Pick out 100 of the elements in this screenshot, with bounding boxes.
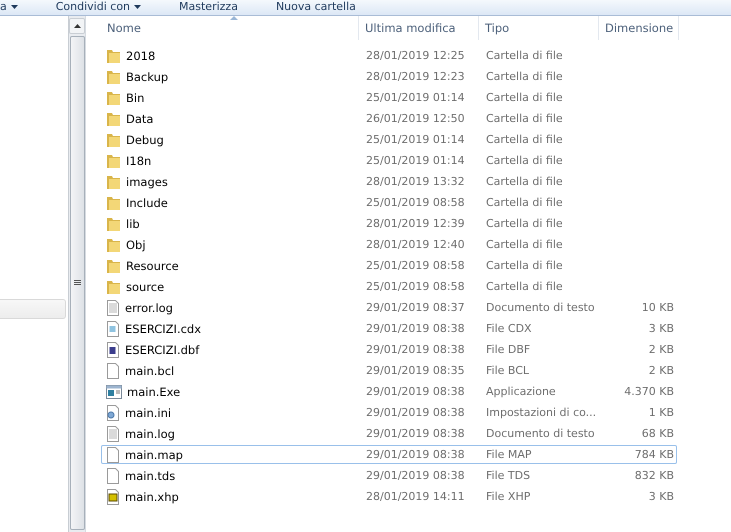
file-row[interactable]: main.map 29/01/2019 08:38 File MAP 784 KB [101,445,677,464]
file-row[interactable]: error.log 29/01/2019 08:37 Documento di testo 10 KB [101,298,677,317]
file-row[interactable]: I18n 25/01/2019 01:14 Cartella di file [101,151,677,170]
file-name: I18n [126,154,152,168]
toolbar-button[interactable]: Nuova cartella [276,1,368,15]
file-type: Cartella di file [485,112,564,125]
grip-icon [74,280,80,286]
file-row[interactable]: main.ini 29/01/2019 08:38 Impostazioni di co... 1 KB [101,403,677,422]
modified-date: 25/01/2019 01:14 [365,91,466,104]
file-row[interactable]: main.Exe 29/01/2019 08:38 Applicazione 4.370 KB [101,382,677,401]
file-row[interactable]: 2018 28/01/2019 12:25 Cartella di file [101,46,677,65]
file-type: File TDS [485,469,532,482]
up-arrow-icon [74,24,80,28]
column-header[interactable]: Nome [101,16,359,40]
scroll-thumb[interactable] [70,36,84,530]
folder-icon [106,194,121,210]
file-size: 3 KB [648,490,675,503]
modified-date: 29/01/2019 08:38 [365,385,466,398]
file-size: 2 KB [648,343,675,356]
file-type: Cartella di file [485,238,564,251]
file-row[interactable]: Include 25/01/2019 08:58 Cartella di file [101,193,677,212]
column-header[interactable]: Ultima modifica [359,16,479,40]
file-row[interactable]: main.tds 29/01/2019 08:38 File TDS 832 KB [101,466,677,485]
file-type: File BCL [485,364,530,377]
modified-date: 28/01/2019 12:40 [365,238,466,251]
file-name: Resource [126,258,179,272]
file-type: File XHP [485,490,532,503]
file-row[interactable]: main.xhp 28/01/2019 14:11 File XHP 3 KB [101,487,677,506]
folder-icon [106,216,121,232]
file-icon [106,468,120,484]
file-row[interactable]: ESERCIZI.dbf 29/01/2019 08:38 File DBF 2 KB [101,340,677,359]
file-row[interactable]: main.log 29/01/2019 08:38 Documento di testo 68 KB [101,424,677,443]
text-file-icon [106,300,120,316]
file-type: File MAP [485,448,533,461]
file-row[interactable]: Debug 25/01/2019 01:14 Cartella di file [101,130,677,149]
file-name: Backup [126,70,168,84]
file-type: File CDX [485,322,533,335]
folder-icon [106,48,121,64]
file-type: Cartella di file [485,133,564,146]
file-row[interactable]: lib 28/01/2019 12:39 Cartella di file [101,214,677,233]
file-icon [106,446,120,462]
modified-date: 28/01/2019 12:39 [365,217,466,230]
toolbar-button[interactable]: a [0,1,30,15]
scrollbar[interactable] [68,16,85,532]
caret-icon [134,5,142,9]
column-header[interactable]: Dimensione [599,16,679,40]
file-row[interactable]: source 25/01/2019 08:58 Cartella di file [101,277,677,296]
file-name: main.log [125,426,175,440]
file-type: Cartella di file [485,259,564,272]
file-row[interactable]: main.bcl 29/01/2019 08:35 File BCL 2 KB [101,361,677,380]
file-name: ESERCIZI.cdx [125,322,202,336]
file-type: Cartella di file [485,91,564,104]
toolbar-button[interactable]: Masterizza [179,1,250,15]
file-row[interactable]: Bin 25/01/2019 01:14 Cartella di file [101,88,677,107]
modified-date: 29/01/2019 08:35 [365,364,466,377]
file-icon [106,362,120,378]
file-size: 784 KB [634,448,675,461]
nav-item[interactable] [0,299,66,319]
scroll-up-button[interactable] [69,18,85,34]
file-size: 1 KB [648,406,675,419]
folder-icon [106,174,121,190]
help-file-icon [106,488,120,504]
column-header[interactable]: Tipo [479,16,599,40]
file-type: Cartella di file [485,196,564,209]
folder-icon [106,236,121,252]
database-file-icon [106,342,120,358]
file-size: 2 KB [648,364,675,377]
file-row[interactable]: images 28/01/2019 13:32 Cartella di file [101,172,677,191]
folder-icon [106,132,121,148]
modified-date: 29/01/2019 08:37 [365,301,466,314]
modified-date: 25/01/2019 08:58 [365,196,466,209]
file-name: images [126,174,168,188]
file-name: main.Exe [127,384,180,398]
file-size: 68 KB [640,427,675,440]
sort-arrow-icon [230,16,238,20]
modified-date: 28/01/2019 12:25 [365,49,466,62]
toolbar-button[interactable]: Condividi con [56,1,154,15]
file-type: Cartella di file [485,70,564,83]
file-name: source [126,280,164,294]
folder-icon [106,68,121,84]
file-row[interactable]: Data 26/01/2019 12:50 Cartella di file [101,109,677,128]
file-name: main.bcl [125,364,174,378]
modified-date: 25/01/2019 08:58 [365,280,466,293]
file-name: main.ini [125,406,172,420]
file-row[interactable]: Obj 28/01/2019 12:40 Cartella di file [101,235,677,254]
modified-date: 28/01/2019 14:11 [365,490,466,503]
application-icon [106,384,122,398]
caret-icon [10,5,18,9]
file-type: File DBF [485,343,532,356]
file-name: Bin [126,90,144,104]
index-file-icon [106,320,120,336]
file-row[interactable]: Backup 28/01/2019 12:23 Cartella di file [101,67,677,86]
file-row[interactable]: Resource 25/01/2019 08:58 Cartella di file [101,256,677,275]
file-type: Cartella di file [485,49,564,62]
file-type: Documento di testo [485,301,596,314]
folder-icon [106,90,121,106]
text-file-icon [106,426,120,442]
folder-icon [106,152,121,168]
file-name: main.tds [125,468,176,482]
file-row[interactable]: ESERCIZI.cdx 29/01/2019 08:38 File CDX 3 KB [101,319,677,338]
